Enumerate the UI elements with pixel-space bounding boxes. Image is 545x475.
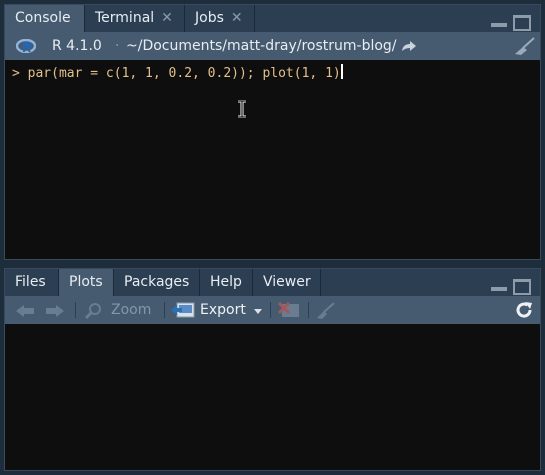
working-directory[interactable]: ~/Documents/matt-dray/rostrum-blog/ <box>126 32 397 60</box>
r-logo-icon <box>16 39 36 53</box>
export-button[interactable]: Export <box>200 296 246 324</box>
console-pane: Console Terminal ✕ Jobs ✕ R 4.1.0 · ~/Docu… <box>4 4 541 260</box>
tab-files[interactable]: Files <box>5 269 59 296</box>
tab-terminal-label: Terminal <box>95 10 155 26</box>
forward-arrow-icon[interactable] <box>45 304 65 318</box>
zoom-magnifier-icon <box>85 303 101 319</box>
tab-packages[interactable]: Packages <box>114 269 200 296</box>
viewer-pane: Files Plots Packages Help Viewer Zoom Ex… <box>4 268 541 471</box>
viewer-tab-bar: Files Plots Packages Help Viewer <box>5 269 540 296</box>
tab-files-label: Files <box>15 274 46 290</box>
console-tab-bar: Console Terminal ✕ Jobs ✕ <box>5 5 540 32</box>
zoom-button[interactable]: Zoom <box>111 296 151 324</box>
minimize-icon[interactable] <box>491 287 507 291</box>
ibeam-cursor-icon <box>238 100 246 118</box>
export-icon <box>171 302 195 318</box>
toolbar-divider <box>164 302 165 318</box>
remove-plot-icon[interactable] <box>278 302 300 318</box>
console-toolbar: R 4.1.0 · ~/Documents/matt-dray/rostrum-… <box>5 32 540 60</box>
maximize-icon[interactable] <box>513 279 531 295</box>
toolbar-divider <box>75 302 76 318</box>
close-terminal-tab-icon[interactable]: ✕ <box>161 10 173 26</box>
console-body[interactable]: > par(mar = c(1, 1, 0.2, 0.2)); plot(1, … <box>5 60 540 259</box>
console-input-line[interactable]: > par(mar = c(1, 1, 0.2, 0.2)); plot(1, … <box>12 64 343 81</box>
back-arrow-icon[interactable] <box>15 304 35 318</box>
text-cursor <box>340 64 343 79</box>
clear-plots-broom-icon[interactable] <box>315 302 335 320</box>
tab-terminal[interactable]: Terminal ✕ <box>85 5 185 32</box>
chevron-down-icon[interactable] <box>254 309 262 314</box>
toolbar-divider <box>308 302 309 318</box>
tab-console[interactable]: Console <box>5 5 85 32</box>
tab-console-label: Console <box>15 10 71 26</box>
tab-viewer-label: Viewer <box>263 274 311 290</box>
tab-jobs[interactable]: Jobs ✕ <box>185 5 255 32</box>
tab-plots-label: Plots <box>69 274 103 290</box>
maximize-icon[interactable] <box>513 15 531 31</box>
tab-help[interactable]: Help <box>200 269 253 296</box>
tab-help-label: Help <box>210 274 242 290</box>
refresh-icon[interactable] <box>515 301 533 319</box>
plots-area <box>5 324 540 470</box>
console-command: par(mar = c(1, 1, 0.2, 0.2)); plot(1, 1) <box>27 66 341 81</box>
toolbar-separator: · <box>115 38 120 54</box>
pane-splitter[interactable] <box>0 260 545 268</box>
tab-packages-label: Packages <box>124 274 190 290</box>
close-jobs-tab-icon[interactable]: ✕ <box>231 10 243 26</box>
toolbar-divider <box>270 302 271 318</box>
minimize-icon[interactable] <box>491 23 507 27</box>
tab-viewer[interactable]: Viewer <box>253 269 321 296</box>
goto-directory-arrow-icon[interactable] <box>401 40 417 52</box>
clear-console-broom-icon[interactable] <box>513 37 535 56</box>
plots-toolbar: Zoom Export <box>5 296 540 324</box>
console-prompt: > <box>12 66 20 81</box>
r-version: R 4.1.0 <box>52 38 102 54</box>
tab-plots[interactable]: Plots <box>59 269 114 296</box>
tab-jobs-label: Jobs <box>195 10 224 26</box>
